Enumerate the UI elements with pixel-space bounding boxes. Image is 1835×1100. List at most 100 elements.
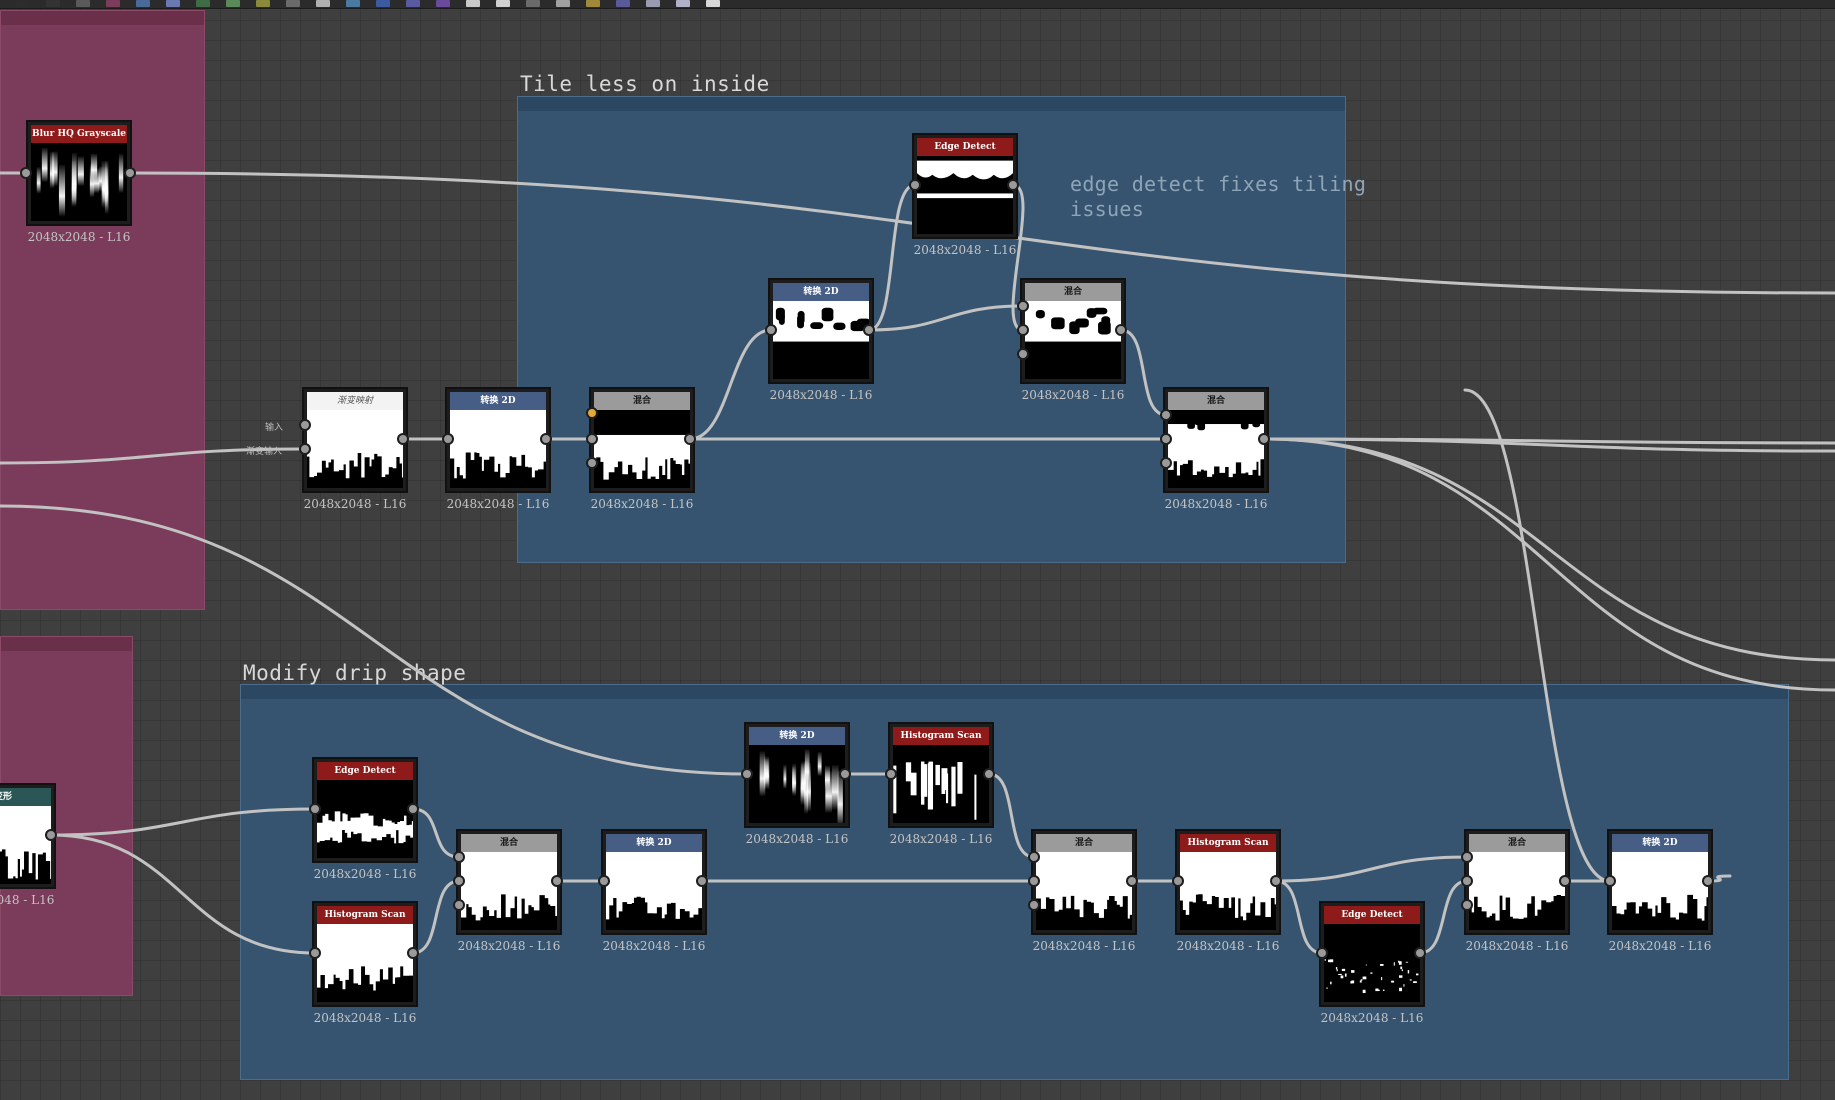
input-port[interactable] bbox=[1017, 300, 1029, 312]
input-port[interactable] bbox=[1461, 899, 1473, 911]
transform-icon[interactable] bbox=[526, 0, 540, 7]
input-icon[interactable] bbox=[286, 0, 300, 7]
input-port[interactable] bbox=[1028, 851, 1040, 863]
view-icon[interactable] bbox=[646, 0, 660, 7]
comment-icon[interactable] bbox=[76, 0, 90, 7]
input-port[interactable] bbox=[885, 768, 897, 780]
input-port[interactable] bbox=[586, 457, 598, 469]
output-port[interactable] bbox=[397, 433, 409, 445]
node-n6[interactable]: Edge Detect bbox=[912, 133, 1018, 239]
input-port[interactable] bbox=[309, 947, 321, 959]
input-port[interactable] bbox=[1160, 409, 1172, 421]
wire[interactable] bbox=[867, 183, 917, 332]
input-port[interactable] bbox=[586, 407, 598, 419]
input-port[interactable] bbox=[299, 419, 311, 431]
node-n15[interactable]: Histogram Scan bbox=[888, 722, 994, 828]
node-n8[interactable]: 混合 bbox=[1163, 387, 1269, 493]
input-port[interactable] bbox=[598, 875, 610, 887]
node-n2[interactable]: 渐变映射 bbox=[302, 387, 408, 493]
wire[interactable] bbox=[49, 807, 317, 837]
input-port[interactable] bbox=[1172, 875, 1184, 887]
wire[interactable] bbox=[867, 304, 1025, 332]
output-port[interactable] bbox=[45, 829, 57, 841]
output-port[interactable] bbox=[1126, 875, 1138, 887]
node-n1[interactable]: Blur HQ Grayscale bbox=[26, 120, 132, 226]
input-port[interactable] bbox=[1604, 875, 1616, 887]
output-port[interactable] bbox=[839, 768, 851, 780]
bitmap-icon[interactable] bbox=[466, 0, 480, 7]
input-port[interactable] bbox=[1160, 457, 1172, 469]
input-port[interactable] bbox=[299, 443, 311, 455]
output-port[interactable] bbox=[684, 433, 696, 445]
input-port[interactable] bbox=[20, 167, 32, 179]
node-n18[interactable]: Edge Detect bbox=[1319, 901, 1425, 1007]
function-icon[interactable] bbox=[226, 0, 240, 7]
output-port[interactable] bbox=[1559, 875, 1571, 887]
output-port[interactable] bbox=[863, 324, 875, 336]
input-port[interactable] bbox=[453, 875, 465, 887]
node-n17[interactable]: Histogram Scan bbox=[1175, 829, 1281, 935]
wire[interactable] bbox=[49, 833, 317, 955]
node-n12[interactable]: 混合 bbox=[456, 829, 562, 935]
output-port[interactable] bbox=[551, 875, 563, 887]
node-n20[interactable]: 转换 2D bbox=[1607, 829, 1713, 935]
node-n16[interactable]: 混合 bbox=[1031, 829, 1137, 935]
input-port[interactable] bbox=[909, 179, 921, 191]
output-port[interactable] bbox=[407, 947, 419, 959]
input-port[interactable] bbox=[1461, 851, 1473, 863]
pin-icon[interactable] bbox=[106, 0, 120, 7]
graph-icon[interactable] bbox=[166, 0, 180, 7]
output-port[interactable] bbox=[407, 803, 419, 815]
layout-icon[interactable] bbox=[16, 0, 30, 7]
frame-icon[interactable] bbox=[46, 0, 60, 7]
output-port[interactable] bbox=[1258, 433, 1270, 445]
wire[interactable] bbox=[1274, 855, 1469, 883]
layers-icon[interactable] bbox=[436, 0, 450, 7]
input-port[interactable] bbox=[741, 768, 753, 780]
output-port[interactable] bbox=[983, 768, 995, 780]
input-port[interactable] bbox=[309, 803, 321, 815]
snap-icon[interactable] bbox=[706, 0, 720, 7]
input-port[interactable] bbox=[453, 851, 465, 863]
node-n14[interactable]: 转换 2D bbox=[744, 722, 850, 828]
input-port[interactable] bbox=[1461, 875, 1473, 887]
output-port[interactable] bbox=[124, 167, 136, 179]
wire-in-n14[interactable] bbox=[0, 504, 749, 776]
wire[interactable] bbox=[688, 328, 773, 441]
node-icon[interactable] bbox=[136, 0, 150, 7]
node-n7[interactable]: 混合 bbox=[1020, 278, 1126, 384]
input-port[interactable] bbox=[765, 324, 777, 336]
noise-icon[interactable] bbox=[586, 0, 600, 7]
blend-icon[interactable] bbox=[496, 0, 510, 7]
node-n13[interactable]: 转换 2D bbox=[601, 829, 707, 935]
node-n19[interactable]: 混合 bbox=[1464, 829, 1570, 935]
output-port[interactable] bbox=[1270, 875, 1282, 887]
input-port[interactable] bbox=[1316, 947, 1328, 959]
wire[interactable] bbox=[1119, 328, 1168, 417]
node-n3[interactable]: 转换 2D bbox=[445, 387, 551, 493]
output-port[interactable] bbox=[1115, 324, 1127, 336]
color-icon[interactable] bbox=[316, 0, 330, 7]
input-port[interactable] bbox=[453, 899, 465, 911]
input-port[interactable] bbox=[1028, 899, 1040, 911]
output-icon[interactable] bbox=[256, 0, 270, 7]
node-n4[interactable]: 混合 bbox=[589, 387, 695, 493]
input-port[interactable] bbox=[1017, 348, 1029, 360]
input-port[interactable] bbox=[586, 433, 598, 445]
pattern-icon[interactable] bbox=[616, 0, 630, 7]
wire[interactable] bbox=[411, 807, 461, 859]
grayscale-icon[interactable] bbox=[346, 0, 360, 7]
wire-long-diagonal[interactable] bbox=[1463, 388, 1612, 883]
output-port[interactable] bbox=[696, 875, 708, 887]
output-port[interactable] bbox=[1007, 179, 1019, 191]
image-icon[interactable] bbox=[196, 0, 210, 7]
input-port[interactable] bbox=[1160, 433, 1172, 445]
node-n11[interactable]: Histogram Scan bbox=[312, 901, 418, 1007]
input-port[interactable] bbox=[1028, 875, 1040, 887]
wire-n8-out-c[interactable] bbox=[1262, 437, 1835, 662]
input-port[interactable] bbox=[1017, 324, 1029, 336]
output-port[interactable] bbox=[1702, 875, 1714, 887]
curve-icon[interactable] bbox=[406, 0, 420, 7]
node-n5[interactable]: 转换 2D bbox=[768, 278, 874, 384]
node-n10[interactable]: Edge Detect bbox=[312, 757, 418, 863]
